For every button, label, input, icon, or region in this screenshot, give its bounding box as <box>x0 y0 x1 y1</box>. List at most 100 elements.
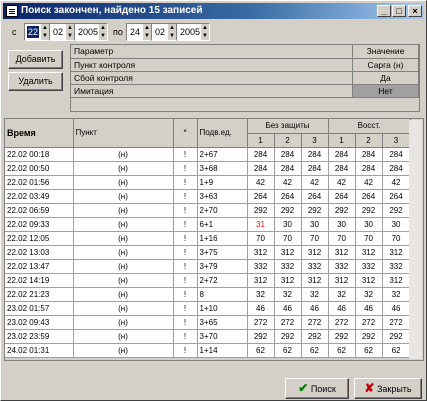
param-row[interactable]: Пункт контроля Сарга (н) <box>71 58 419 72</box>
maximize-button[interactable]: □ <box>392 5 406 17</box>
cell-value: 42 <box>274 175 302 190</box>
spin-down-icon[interactable]: ▼ <box>168 32 176 40</box>
col-podv-header[interactable]: Подв.ед. <box>197 119 248 148</box>
table-row[interactable]: 22.02 21:23 (н)! 8 32 32 32 32 32 32 <box>5 287 411 302</box>
title-bar[interactable]: Поиск закончен, найдено 15 записей _ □ × <box>3 3 424 19</box>
spin-up-icon[interactable]: ▲ <box>143 24 151 32</box>
close-window-button[interactable]: × <box>408 5 422 17</box>
table-row[interactable]: 23.02 01:57 (н)! 1+10 46 46 46 46 46 46 <box>5 301 411 316</box>
param-value[interactable]: Сарга (н) <box>352 58 419 72</box>
search-button[interactable]: ✔ Поиск <box>285 378 349 399</box>
spin-up-icon[interactable]: ▲ <box>168 24 176 32</box>
from-day-value[interactable]: 22 <box>27 26 40 38</box>
to-day-value[interactable]: 24 <box>129 26 141 38</box>
param-row[interactable]: Имитация Нет <box>71 84 419 98</box>
search-results-window: Поиск закончен, найдено 15 записей _ □ ×… <box>0 0 427 401</box>
col-time-header[interactable]: Время <box>5 119 74 148</box>
to-year-spinner[interactable]: 2005 ▲ ▼ <box>176 23 210 41</box>
subheader: 2 <box>355 133 383 148</box>
spin-up-icon[interactable]: ▲ <box>41 24 49 32</box>
spin-up-icon[interactable]: ▲ <box>99 24 107 32</box>
results-table[interactable]: Время Пункт * Подв.ед. Без защиты Восст.… <box>4 118 424 361</box>
cell-value: 46 <box>382 301 411 316</box>
close-button[interactable]: ✘ Закрыть <box>354 378 422 399</box>
spin-down-icon[interactable]: ▼ <box>143 32 151 40</box>
to-month-value[interactable]: 02 <box>154 26 166 38</box>
cell-value: 62 <box>274 343 302 358</box>
spin-down-icon[interactable]: ▼ <box>66 32 74 40</box>
to-year-arrows[interactable]: ▲ ▼ <box>200 24 209 40</box>
cell-podv: 1+14 <box>197 343 248 358</box>
cell-value: 42 <box>301 175 329 190</box>
to-day-spinner[interactable]: 24 ▲ ▼ <box>126 23 152 41</box>
subheader: 1 <box>247 133 275 148</box>
col-punkt-header[interactable]: Пункт <box>73 119 174 148</box>
cell-value: 312 <box>247 245 275 260</box>
cell-value: 272 <box>274 315 302 330</box>
from-year-arrows[interactable]: ▲ ▼ <box>98 24 107 40</box>
param-row[interactable]: Сбой контроля Да <box>71 71 419 85</box>
from-day-arrows[interactable]: ▲ ▼ <box>40 24 49 40</box>
to-day-arrows[interactable]: ▲ ▼ <box>142 24 151 40</box>
col-vosst-header[interactable]: Восст. <box>328 119 411 134</box>
param-name-header: Параметр <box>71 45 353 59</box>
table-row[interactable]: 22.02 14:19 (н)! 2+72 312 312 312 312 312 312 <box>5 273 411 288</box>
add-button-label: Добавить <box>15 54 56 64</box>
from-year-value[interactable]: 2005 <box>77 26 99 38</box>
table-row[interactable]: 22.02 09:33 (н)! 6+1 31 30 30 30 30 30 <box>5 217 411 232</box>
spin-down-icon[interactable]: ▼ <box>41 32 49 40</box>
table-row[interactable]: 22.02 12:05 (н)! 1+16 70 70 70 70 70 70 <box>5 231 411 246</box>
from-month-value[interactable]: 02 <box>52 26 64 38</box>
table-row[interactable]: 23.02 09:43 (н)! 3+65 272 272 272 272 272 272 <box>5 315 411 330</box>
add-button[interactable]: Добавить <box>8 50 63 69</box>
to-month-arrows[interactable]: ▲ ▼ <box>167 24 176 40</box>
cell-punkt: (н) <box>73 273 174 288</box>
remove-button-label: Удалить <box>18 76 53 86</box>
cell-value: 30 <box>382 217 411 232</box>
cell-value: 292 <box>301 329 329 344</box>
param-value[interactable]: Да <box>352 71 419 85</box>
cell-time: 24.02 01:31 <box>5 343 74 358</box>
minimize-button[interactable]: _ <box>377 5 391 17</box>
spin-up-icon[interactable]: ▲ <box>66 24 74 32</box>
from-day-spinner[interactable]: 22 ▲ ▼ <box>24 23 50 41</box>
cell-podv: 3+65 <box>197 315 248 330</box>
spin-up-icon[interactable]: ▲ <box>201 24 209 32</box>
table-row[interactable]: 22.02 00:18 (н)! 2+67 284 284 284 284 284 284 <box>5 147 411 162</box>
cell-value: 264 <box>301 189 329 204</box>
col-star-header[interactable]: * <box>173 119 198 148</box>
table-row[interactable]: 22.02 01:56 (н)! 1+9 42 42 42 42 42 42 <box>5 175 411 190</box>
param-value[interactable]: Нет <box>352 84 419 98</box>
cell-value: 62 <box>382 343 411 358</box>
cell-value: 30 <box>274 217 302 232</box>
spin-down-icon[interactable]: ▼ <box>201 32 209 40</box>
table-row[interactable]: 22.02 00:50 (н)! 3+68 284 284 284 284 284 284 <box>5 161 411 176</box>
cell-time: 22.02 13:47 <box>5 259 74 274</box>
table-row[interactable]: 22.02 06:59 (н)! 2+70 292 292 292 292 292 292 <box>5 203 411 218</box>
table-row[interactable]: 24.02 01:31 (н)! 1+14 62 62 62 62 62 62 <box>5 343 411 358</box>
table-row[interactable]: 23.02 23:59 (н)! 3+70 292 292 292 292 292 292 <box>5 329 411 344</box>
from-year-spinner[interactable]: 2005 ▲ ▼ <box>74 23 108 41</box>
cell-value: 332 <box>274 259 302 274</box>
cell-value: 32 <box>301 287 329 302</box>
cell-punkt: (н) <box>73 343 174 358</box>
cell-time: 22.02 06:59 <box>5 203 74 218</box>
to-month-spinner[interactable]: 02 ▲ ▼ <box>151 23 177 41</box>
vertical-scrollbar[interactable] <box>409 120 422 359</box>
to-year-value[interactable]: 2005 <box>179 26 201 38</box>
col-bez-header[interactable]: Без защиты <box>247 119 329 134</box>
cell-podv: 3+68 <box>197 161 248 176</box>
from-month-spinner[interactable]: 02 ▲ ▼ <box>49 23 75 41</box>
spin-down-icon[interactable]: ▼ <box>99 32 107 40</box>
cell-value: 312 <box>328 273 356 288</box>
table-row[interactable]: 22.02 13:47 (н)! 3+79 332 332 332 332 332 332 <box>5 259 411 274</box>
from-month-arrows[interactable]: ▲ ▼ <box>65 24 74 40</box>
cell-value: 272 <box>328 315 356 330</box>
cell-value: 292 <box>274 329 302 344</box>
cell-value: 62 <box>301 343 329 358</box>
table-row[interactable]: 22.02 13:03 (н)! 3+75 312 312 312 312 312 312 <box>5 245 411 260</box>
remove-button[interactable]: Удалить <box>8 72 63 91</box>
table-row[interactable]: 22.02 03:49 (н)! 3+63 264 264 264 264 264 264 <box>5 189 411 204</box>
cell-value: 292 <box>328 329 356 344</box>
cell-value: 264 <box>382 189 411 204</box>
